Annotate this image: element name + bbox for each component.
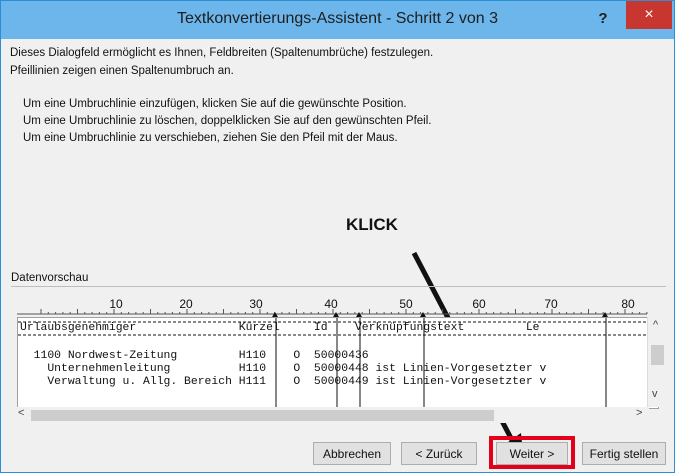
preview-row: 1100 Nordwest-Zeitung H110 O 50000436 — [20, 350, 369, 362]
scroll-up-icon[interactable]: ^ — [653, 319, 658, 331]
data-preview: 10 20 30 40 50 60 70 80 Urlaubsgenehmige… — [11, 286, 666, 423]
scroll-left-icon[interactable]: < — [18, 407, 24, 419]
ruler-label-80: 80 — [621, 297, 635, 311]
scroll-down-icon[interactable]: v — [652, 388, 658, 400]
ruler-label-40: 40 — [324, 297, 338, 311]
preview-header-row: Urlaubsgenehmiger Kürzel Id Verknüpfungs… — [20, 322, 540, 334]
ruler-label-60: 60 — [472, 297, 486, 311]
scroll-right-icon[interactable]: > — [636, 407, 642, 419]
text-import-wizard-dialog: Textkonvertierungs-Assistent - Schritt 2… — [0, 0, 675, 473]
horizontal-scroll-thumb[interactable] — [31, 410, 494, 421]
ruler-label-50: 50 — [399, 297, 413, 311]
vertical-scrollbar[interactable]: ^ v — [647, 317, 666, 407]
ruler-label-30: 30 — [249, 297, 263, 311]
column-ruler[interactable]: 10 20 30 40 50 60 70 80 — [11, 287, 666, 317]
finish-button[interactable]: Fertig stellen — [582, 442, 666, 465]
preview-grid[interactable]: Urlaubsgenehmiger Kürzel Id Verknüpfungs… — [17, 317, 659, 409]
horizontal-scrollbar[interactable]: < > — [17, 407, 649, 423]
back-button[interactable]: < Zurück — [401, 442, 477, 465]
ruler-label-20: 20 — [179, 297, 193, 311]
vertical-scroll-thumb[interactable] — [651, 345, 664, 365]
cancel-button[interactable]: Abbrechen — [313, 442, 391, 465]
next-button-highlight — [489, 436, 575, 469]
ruler-label-70: 70 — [544, 297, 558, 311]
preview-row: Unternehmenleitung H110 O 50000448 ist L… — [20, 363, 547, 375]
preview-row: Verwaltung u. Allg. Bereich H111 O 50000… — [20, 376, 547, 388]
ruler-label-10: 10 — [109, 297, 123, 311]
preview-label: Datenvorschau — [11, 272, 89, 284]
